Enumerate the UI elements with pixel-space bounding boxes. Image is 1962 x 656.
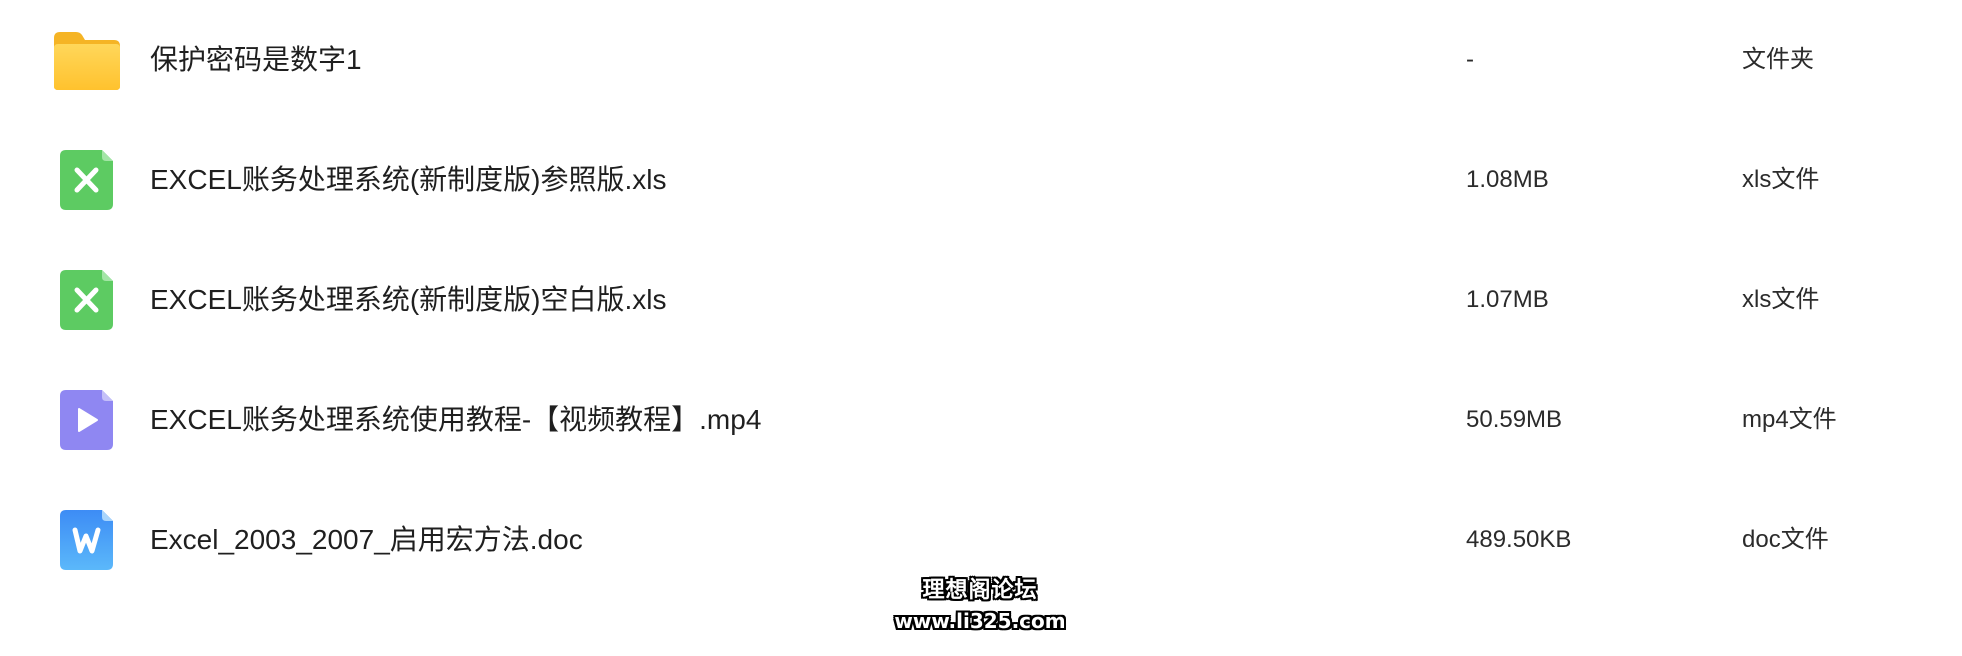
file-name[interactable]: EXCEL账务处理系统(新制度版)空白版.xls xyxy=(150,280,666,320)
folder-icon xyxy=(50,28,122,92)
watermark: 理想阁论坛 www.li325.com xyxy=(880,576,1080,636)
file-name[interactable]: 保护密码是数字1 xyxy=(150,40,362,80)
file-row[interactable]: EXCEL账务处理系统(新制度版)空白版.xls 1.07MB xls文件 xyxy=(0,240,1962,360)
file-size: 1.08MB xyxy=(1466,166,1549,193)
file-type: xls文件 xyxy=(1742,286,1820,313)
file-row[interactable]: 保护密码是数字1 - 文件夹 xyxy=(0,0,1962,120)
file-size: - xyxy=(1466,46,1474,73)
file-size: 50.59MB xyxy=(1466,406,1563,433)
file-row[interactable]: EXCEL账务处理系统(新制度版)参照版.xls 1.08MB xls文件 xyxy=(0,120,1962,240)
file-name[interactable]: Excel_2003_2007_启用宏方法.doc xyxy=(150,520,583,560)
video-file-icon xyxy=(50,388,122,452)
file-name[interactable]: EXCEL账务处理系统使用教程-【视频教程】.mp4 xyxy=(150,400,761,440)
file-type: xls文件 xyxy=(1742,166,1820,193)
file-type: doc文件 xyxy=(1742,526,1829,553)
file-size: 1.07MB xyxy=(1466,286,1549,313)
watermark-title: 理想阁论坛 xyxy=(922,578,1038,603)
word-file-icon xyxy=(50,508,122,572)
file-row[interactable]: EXCEL账务处理系统使用教程-【视频教程】.mp4 50.59MB mp4文件 xyxy=(0,360,1962,480)
file-size: 489.50KB xyxy=(1466,526,1572,553)
file-name[interactable]: EXCEL账务处理系统(新制度版)参照版.xls xyxy=(150,160,666,200)
watermark-url: www.li325.com xyxy=(894,609,1066,633)
file-type: 文件夹 xyxy=(1742,46,1814,73)
excel-file-icon xyxy=(50,148,122,212)
file-type: mp4文件 xyxy=(1742,406,1837,433)
excel-file-icon xyxy=(50,268,122,332)
file-list: 保护密码是数字1 - 文件夹 EXCEL账务处理系统(新制度版)参照版.xls … xyxy=(0,0,1962,600)
